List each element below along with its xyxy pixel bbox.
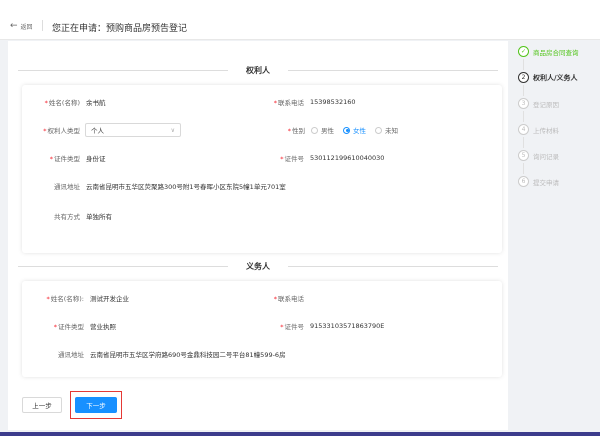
rights-id-no-field: *证件号 530112199610040030 xyxy=(280,154,385,163)
gender-radio-group: 男性 女性 未知 xyxy=(311,125,398,135)
form-panel: 权利人 *姓名(名称) 余书航 *联系电话 15398532160 *权利人类型… xyxy=(8,41,508,430)
rights-name-value: 余书航 xyxy=(86,99,106,107)
obligor-address-field: 通讯地址 云南省昆明市五华区学府路690号金鼎科技园二号平台81幢599-6房 xyxy=(58,351,286,359)
header-divider xyxy=(42,20,43,31)
prev-step-button[interactable]: 上一步 xyxy=(22,397,62,413)
rights-id-no-value: 530112199610040030 xyxy=(310,154,385,162)
obligor-id-type-value: 营业执照 xyxy=(90,323,116,331)
check-circle-icon: ✓ xyxy=(518,46,529,57)
rights-id-type-field: *证件类型 身份证 xyxy=(49,155,106,163)
step-number-icon: 2 xyxy=(518,72,529,83)
rights-address-field: 通讯地址 云南省昆明市五华区荧聚路300号附1号春晖小区东院5幢1单元701室 xyxy=(54,183,286,191)
obligor-title: 义务人 xyxy=(246,262,270,271)
rights-phone-field: *联系电话 15398532160 xyxy=(273,98,356,107)
next-step-button[interactable]: 下一步 xyxy=(75,397,117,413)
top-bar: ← 返回 您正在申请：预购商品房预告登记 xyxy=(0,0,600,40)
rights-holder-header: 权利人 xyxy=(18,63,498,77)
rights-phone-value: 15398532160 xyxy=(310,98,356,106)
obligor-name-field: *姓名(名称): 测试开发企业 xyxy=(46,295,129,303)
gender-option-male[interactable]: 男性 xyxy=(311,125,334,135)
rights-name-field: *姓名(名称) 余书航 xyxy=(44,99,106,107)
rights-type-select[interactable]: 个人 ∨ xyxy=(85,123,181,137)
obligor-card: *姓名(名称): 测试开发企业 *联系电话 *证件类型 营业执照 *证件号 91… xyxy=(22,281,502,377)
rights-type-field: *权利人类型 个人 ∨ xyxy=(22,123,181,137)
taskbar-strip xyxy=(0,432,600,436)
share-method-value: 单独所有 xyxy=(86,213,112,221)
obligor-id-no-value: 91533103571863790E xyxy=(310,322,385,330)
step-parties[interactable]: 2 权利人/义务人 xyxy=(518,72,578,83)
step-number-icon: 3 xyxy=(518,98,529,109)
obligor-id-type-field: *证件类型 营业执照 xyxy=(53,323,116,331)
obligor-phone-field: *联系电话 xyxy=(273,295,304,303)
radio-checked-icon xyxy=(343,126,350,134)
gender-option-female[interactable]: 女性 xyxy=(343,125,366,135)
obligor-header: 义务人 xyxy=(18,259,498,273)
step-inquiry[interactable]: 5 询问记录 xyxy=(518,150,559,161)
page-title: 您正在申请：预购商品房预告登记 xyxy=(52,24,188,34)
arrow-left-icon: ← xyxy=(10,21,18,31)
rights-holder-card: *姓名(名称) 余书航 *联系电话 15398532160 *权利人类型 个人 … xyxy=(22,85,502,253)
rights-holder-title: 权利人 xyxy=(246,66,270,75)
obligor-name-value: 测试开发企业 xyxy=(90,295,129,303)
step-number-icon: 6 xyxy=(518,176,529,187)
obligor-address-value: 云南省昆明市五华区学府路690号金鼎科技园二号平台81幢599-6房 xyxy=(90,351,286,359)
radio-icon xyxy=(311,126,318,134)
rights-id-type-value: 身份证 xyxy=(86,155,106,163)
obligor-id-no-field: *证件号 91533103571863790E xyxy=(280,322,385,331)
radio-icon xyxy=(375,126,382,134)
share-method-field: 共有方式 单独所有 xyxy=(54,213,112,221)
step-upload[interactable]: 4 上传材料 xyxy=(518,124,559,135)
step-reason[interactable]: 3 登记原因 xyxy=(518,98,559,109)
gender-option-unknown[interactable]: 未知 xyxy=(375,125,398,135)
gender-field: *性别 男性 女性 未知 xyxy=(287,125,398,135)
rights-address-value: 云南省昆明市五华区荧聚路300号附1号春晖小区东院5幢1单元701室 xyxy=(86,183,286,191)
step-contract-query[interactable]: ✓ 商品房合同查询 xyxy=(518,46,579,57)
back-label: 返回 xyxy=(20,24,33,31)
next-button-highlight: 下一步 xyxy=(70,391,122,419)
chevron-down-icon: ∨ xyxy=(170,126,175,134)
step-number-icon: 5 xyxy=(518,150,529,161)
back-button[interactable]: ← 返回 xyxy=(10,21,33,32)
step-submit[interactable]: 6 提交申请 xyxy=(518,176,559,187)
step-number-icon: 4 xyxy=(518,124,529,135)
